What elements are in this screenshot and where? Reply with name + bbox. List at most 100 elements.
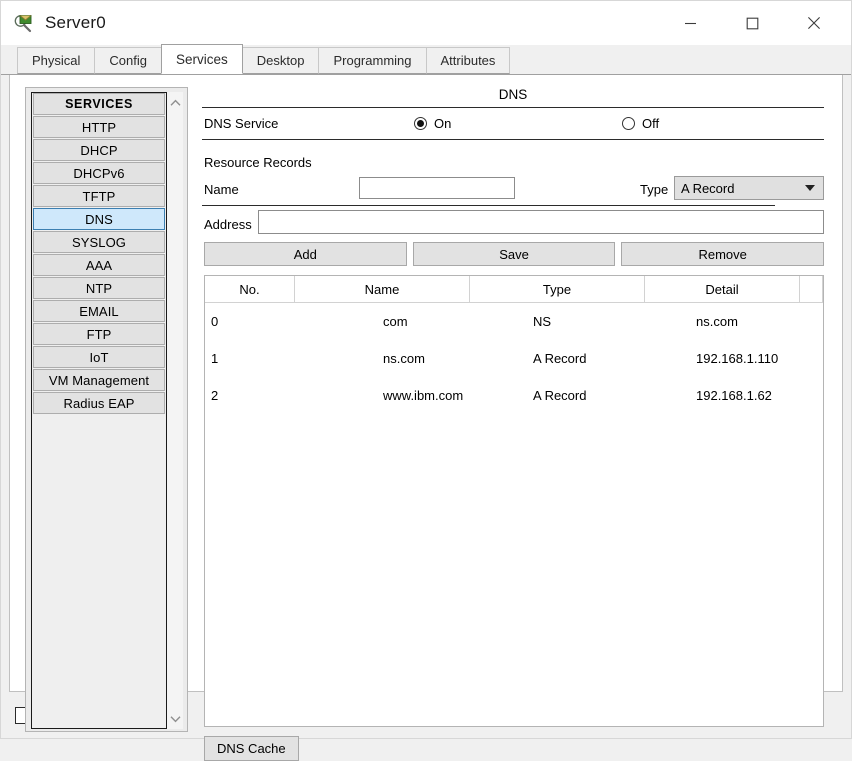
tab-desktop[interactable]: Desktop [241, 47, 320, 74]
sidebar-item-http[interactable]: HTTP [33, 116, 165, 138]
tab-label: Desktop [256, 53, 305, 68]
name-input[interactable] [359, 177, 515, 199]
sidebar-scrollbar[interactable] [167, 92, 183, 729]
radio-off-label: Off [642, 116, 660, 131]
sidebar-item-label: FTP [86, 326, 112, 342]
sidebar-item-label: DHCP [80, 142, 118, 158]
cell-type: NS [533, 314, 552, 329]
sidebar-header-label: SERVICES [65, 97, 133, 111]
type-dropdown[interactable]: A Record [674, 176, 824, 200]
sidebar-item-label: HTTP [81, 119, 117, 135]
remove-button-label: Remove [698, 246, 747, 262]
radio-dns-on[interactable]: On [414, 116, 451, 131]
dns-settings-content: DNS DNS Service On Off Resource Records … [202, 87, 825, 761]
cell-type: A Record [533, 351, 587, 366]
sidebar-item-dns[interactable]: DNS [33, 208, 165, 230]
record-action-buttons: Add Save Remove [204, 242, 825, 266]
table-row[interactable]: 2 www.ibm.com A Record 192.168.1.62 [205, 377, 823, 414]
server-config-window: Server0 Physical Config Services Desktop… [0, 0, 852, 761]
sidebar-item-label: VM Management [48, 372, 150, 388]
close-button[interactable] [791, 1, 837, 45]
name-label: Name [204, 182, 239, 197]
column-header-detail[interactable]: Detail [645, 276, 800, 303]
sidebar-item-aaa[interactable]: AAA [33, 254, 165, 276]
sidebar-item-label: AAA [85, 257, 113, 273]
services-list: SERVICES HTTP DHCP DHCPv6 TFTP DNS SYSLO… [31, 92, 167, 729]
address-input[interactable] [258, 210, 824, 234]
chevron-up-icon[interactable] [167, 94, 183, 111]
window-title: Server0 [45, 13, 106, 32]
tab-label: Services [176, 51, 228, 67]
table-row[interactable]: 0 com NS ns.com [205, 303, 823, 340]
divider-records [202, 205, 775, 206]
tab-label: Programming [333, 53, 412, 68]
sidebar-item-vm-management[interactable]: VM Management [33, 369, 165, 391]
radio-on-indicator [414, 117, 427, 130]
remove-button[interactable]: Remove [621, 242, 825, 266]
minimize-button[interactable] [667, 1, 713, 45]
save-button[interactable]: Save [412, 242, 616, 266]
type-dropdown-value: A Record [681, 180, 735, 196]
sidebar-item-iot[interactable]: IoT [33, 346, 165, 368]
tab-physical[interactable]: Physical [17, 47, 96, 74]
maximize-button[interactable] [729, 1, 775, 45]
sidebar-item-tftp[interactable]: TFTP [33, 185, 165, 207]
column-header-type[interactable]: Type [470, 276, 645, 303]
cell-no: 2 [211, 388, 219, 403]
services-panel: SERVICES HTTP DHCP DHCPv6 TFTP DNS SYSLO… [9, 75, 843, 761]
tab-label: Attributes [440, 53, 496, 68]
title-bar: Server0 [1, 1, 851, 45]
sidebar-item-ftp[interactable]: FTP [33, 323, 165, 345]
tab-services[interactable]: Services [161, 44, 243, 74]
dns-service-label: DNS Service [204, 116, 279, 131]
sidebar-item-email[interactable]: EMAIL [33, 300, 165, 322]
radio-dns-off[interactable]: Off [622, 116, 659, 131]
cell-detail: ns.com [696, 314, 738, 329]
chevron-down-icon [805, 185, 815, 191]
save-button-label: Save [499, 246, 529, 262]
chevron-down-icon[interactable] [167, 710, 183, 727]
radio-off-indicator [622, 117, 635, 130]
sidebar-item-dhcp[interactable]: DHCP [33, 139, 165, 161]
dns-cache-button-label: DNS Cache [217, 741, 286, 756]
sidebar-item-radius-eap[interactable]: Radius EAP [33, 392, 165, 414]
cell-detail: 192.168.1.62 [696, 388, 772, 403]
cell-no: 1 [211, 351, 219, 366]
divider-service [202, 139, 824, 140]
divider-top [202, 107, 824, 108]
cell-no: 0 [211, 314, 219, 329]
tab-attributes[interactable]: Attributes [425, 47, 511, 74]
tab-config[interactable]: Config [94, 47, 162, 74]
cell-type: A Record [533, 388, 587, 403]
address-label: Address [204, 217, 252, 232]
cell-detail: 192.168.1.110 [696, 351, 779, 366]
server-magnifier-icon [13, 12, 35, 34]
sidebar-header: SERVICES [33, 93, 165, 115]
sidebar-item-ntp[interactable]: NTP [33, 277, 165, 299]
sidebar-item-label: DHCPv6 [73, 165, 125, 181]
cell-name: ns.com [383, 351, 425, 366]
tab-bar: Physical Config Services Desktop Program… [1, 44, 851, 75]
sidebar-item-label: NTP [85, 280, 113, 296]
cell-name: com [383, 314, 408, 329]
column-header-no[interactable]: No. [205, 276, 295, 303]
sidebar-item-label: IoT [89, 349, 109, 365]
dns-records-table[interactable]: No. Name Type Detail 0 com NS ns.com 1 n… [204, 275, 824, 727]
add-button-label: Add [293, 246, 317, 262]
sidebar-item-label: TFTP [82, 188, 116, 204]
type-label: Type [640, 182, 669, 197]
table-row[interactable]: 1 ns.com A Record 192.168.1.110 [205, 340, 823, 377]
tab-label: Physical [32, 53, 81, 68]
dns-cache-button[interactable]: DNS Cache [204, 736, 299, 761]
column-header-spacer [800, 276, 823, 303]
tab-label: Config [109, 53, 147, 68]
section-title: DNS [498, 87, 528, 102]
sidebar-item-syslog[interactable]: SYSLOG [33, 231, 165, 253]
sidebar-item-label: Radius EAP [63, 395, 135, 411]
cell-name: www.ibm.com [383, 388, 464, 403]
sidebar-item-label: SYSLOG [71, 234, 127, 250]
add-button[interactable]: Add [204, 242, 407, 266]
tab-programming[interactable]: Programming [318, 47, 427, 74]
column-header-name[interactable]: Name [295, 276, 470, 303]
sidebar-item-dhcpv6[interactable]: DHCPv6 [33, 162, 165, 184]
